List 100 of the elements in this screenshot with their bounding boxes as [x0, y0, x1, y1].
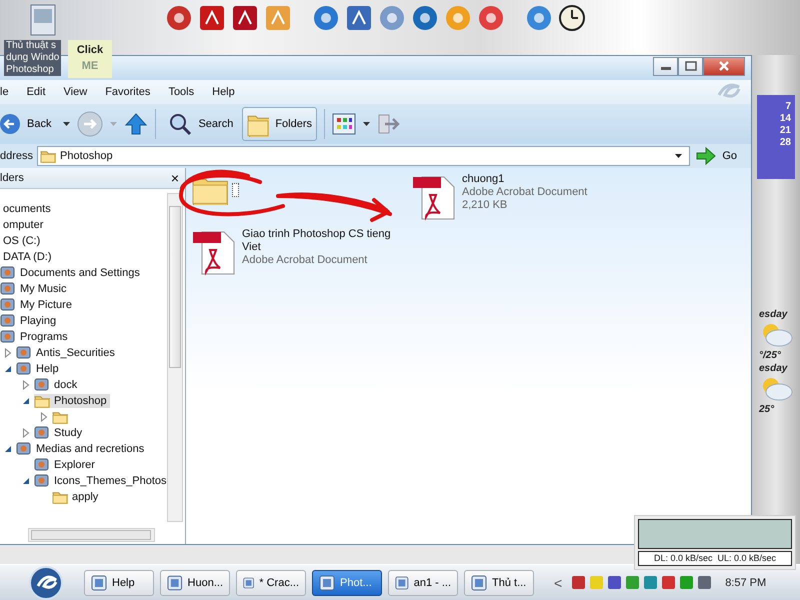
- shortcut-icon[interactable]: [198, 4, 226, 32]
- calendar-day[interactable]: 7: [785, 100, 795, 113]
- tree-item[interactable]: Playing: [0, 312, 167, 329]
- tree-item[interactable]: Medias and recretions: [0, 440, 167, 457]
- minimize-button[interactable]: [653, 56, 678, 76]
- tree-item[interactable]: Antis_Securities: [0, 344, 167, 361]
- close-button[interactable]: [703, 56, 745, 76]
- taskbar-button[interactable]: an1 - ...: [388, 570, 458, 596]
- tree-item[interactable]: apply: [0, 488, 167, 505]
- taskbar-button[interactable]: * Crac...: [236, 570, 306, 596]
- address-field[interactable]: Photoshop: [37, 146, 690, 166]
- clock[interactable]: 8:57 PM: [725, 576, 766, 589]
- menu-item[interactable]: le: [0, 86, 18, 98]
- taskbar-button[interactable]: Phot...: [312, 570, 382, 596]
- maximize-button[interactable]: [678, 56, 703, 76]
- address-label: ddress: [0, 150, 34, 162]
- start-button[interactable]: [26, 566, 66, 600]
- document-icon[interactable]: [30, 4, 56, 36]
- tree-item[interactable]: ocuments: [0, 200, 167, 217]
- rename-field[interactable]: [232, 182, 239, 197]
- app-icon: [34, 377, 49, 392]
- arrow-icon: [696, 146, 716, 165]
- menu-item[interactable]: Edit: [18, 86, 55, 98]
- collapsed-arrow-icon[interactable]: [40, 412, 48, 422]
- tree-item[interactable]: dock: [0, 376, 167, 393]
- calendar-day[interactable]: 21: [780, 124, 795, 137]
- app-icon: [0, 313, 15, 328]
- horizontal-scrollbar[interactable]: [28, 528, 155, 542]
- go-button[interactable]: Go: [694, 146, 751, 165]
- app-icon: [16, 441, 31, 456]
- calendar-day[interactable]: 14: [780, 112, 795, 125]
- shortcut-icon[interactable]: [477, 4, 505, 32]
- scroll-thumb[interactable]: [169, 206, 181, 368]
- app-icon: [0, 297, 15, 312]
- tree-item[interactable]: Help: [0, 360, 167, 377]
- move-icon[interactable]: [377, 112, 402, 135]
- shortcut-icon[interactable]: [525, 4, 553, 32]
- tray-icon[interactable]: [625, 575, 640, 590]
- tray-icon[interactable]: [607, 575, 622, 590]
- tray-icon[interactable]: [697, 575, 712, 590]
- views-icon[interactable]: [332, 112, 356, 135]
- back-button[interactable]: Back: [0, 106, 56, 141]
- file-name[interactable]: Giao trinh Photoshop CS tieng Viet: [242, 228, 407, 254]
- collapsed-arrow-icon[interactable]: [22, 380, 30, 390]
- tree-item[interactable]: My Picture: [0, 296, 167, 313]
- sticky-note[interactable]: Click ME: [68, 40, 112, 78]
- app-icon: [16, 345, 31, 360]
- taskbar-button[interactable]: Huon...: [160, 570, 230, 596]
- window-icon: [91, 574, 107, 591]
- collapsed-arrow-icon[interactable]: [4, 348, 12, 358]
- window-icon: [471, 574, 487, 591]
- up-arrow-icon[interactable]: [124, 112, 148, 136]
- taskbar-button[interactable]: Thủ t...: [464, 570, 534, 596]
- shortcut-icon[interactable]: [231, 4, 259, 32]
- menu-item[interactable]: View: [54, 86, 96, 98]
- shortcut-icon[interactable]: [345, 4, 373, 32]
- pane-title: lders: [0, 172, 24, 184]
- show-hidden-icons-button[interactable]: <: [548, 574, 568, 591]
- shortcut-icon[interactable]: [165, 4, 193, 32]
- tray-icon[interactable]: [643, 575, 658, 590]
- shortcut-label[interactable]: Thủ thuật s dụng Windo Photoshop: [4, 40, 62, 76]
- app-icon: [34, 473, 49, 488]
- tray-icon[interactable]: [661, 575, 676, 590]
- expanded-arrow-icon[interactable]: [22, 476, 30, 485]
- menu-item[interactable]: Tools: [159, 86, 204, 98]
- menu-item[interactable]: Favorites: [96, 86, 160, 98]
- expanded-arrow-icon[interactable]: [4, 444, 12, 453]
- caret-icon[interactable]: [362, 120, 372, 127]
- close-pane-button[interactable]: ×: [164, 170, 185, 186]
- tree-item[interactable]: Icons_Themes_Photos: [0, 472, 167, 489]
- tree-item[interactable]: DATA (D:): [0, 248, 167, 265]
- shortcut-icon[interactable]: [312, 4, 340, 32]
- tree-item[interactable]: My Music: [0, 280, 167, 297]
- expanded-arrow-icon[interactable]: [4, 364, 12, 373]
- shortcut-icon[interactable]: [411, 4, 439, 32]
- file-name[interactable]: chuong1: [462, 172, 627, 186]
- tree-item[interactable]: omputer: [0, 216, 167, 233]
- tray-icon[interactable]: [679, 575, 694, 590]
- dropdown-arrow-icon[interactable]: [674, 152, 684, 159]
- expanded-arrow-icon[interactable]: [22, 396, 30, 405]
- tree-item[interactable]: Documents and Settings: [0, 264, 167, 281]
- app-icon: [16, 361, 31, 376]
- folders-button[interactable]: Folders: [242, 106, 318, 141]
- vertical-scrollbar[interactable]: [167, 192, 183, 522]
- calendar-day[interactable]: 28: [780, 136, 795, 149]
- search-icon: [168, 112, 192, 136]
- tree-item[interactable]: Study: [0, 424, 167, 441]
- clock-icon[interactable]: [558, 4, 586, 32]
- collapsed-arrow-icon[interactable]: [22, 428, 30, 438]
- caret-icon[interactable]: [62, 120, 72, 127]
- tree-item[interactable]: Programs: [0, 328, 167, 345]
- tree-item[interactable]: Explorer: [0, 456, 167, 473]
- search-button[interactable]: Search: [163, 106, 238, 141]
- tree-item[interactable]: Photoshop: [0, 392, 167, 409]
- scroll-thumb[interactable]: [31, 530, 151, 540]
- tray-icon[interactable]: [571, 575, 586, 590]
- file-type: Adobe Acrobat Document: [462, 186, 588, 199]
- taskbar-button[interactable]: Help: [84, 570, 154, 596]
- menu-item[interactable]: Help: [203, 86, 244, 98]
- tree-item[interactable]: OS (C:): [0, 232, 167, 249]
